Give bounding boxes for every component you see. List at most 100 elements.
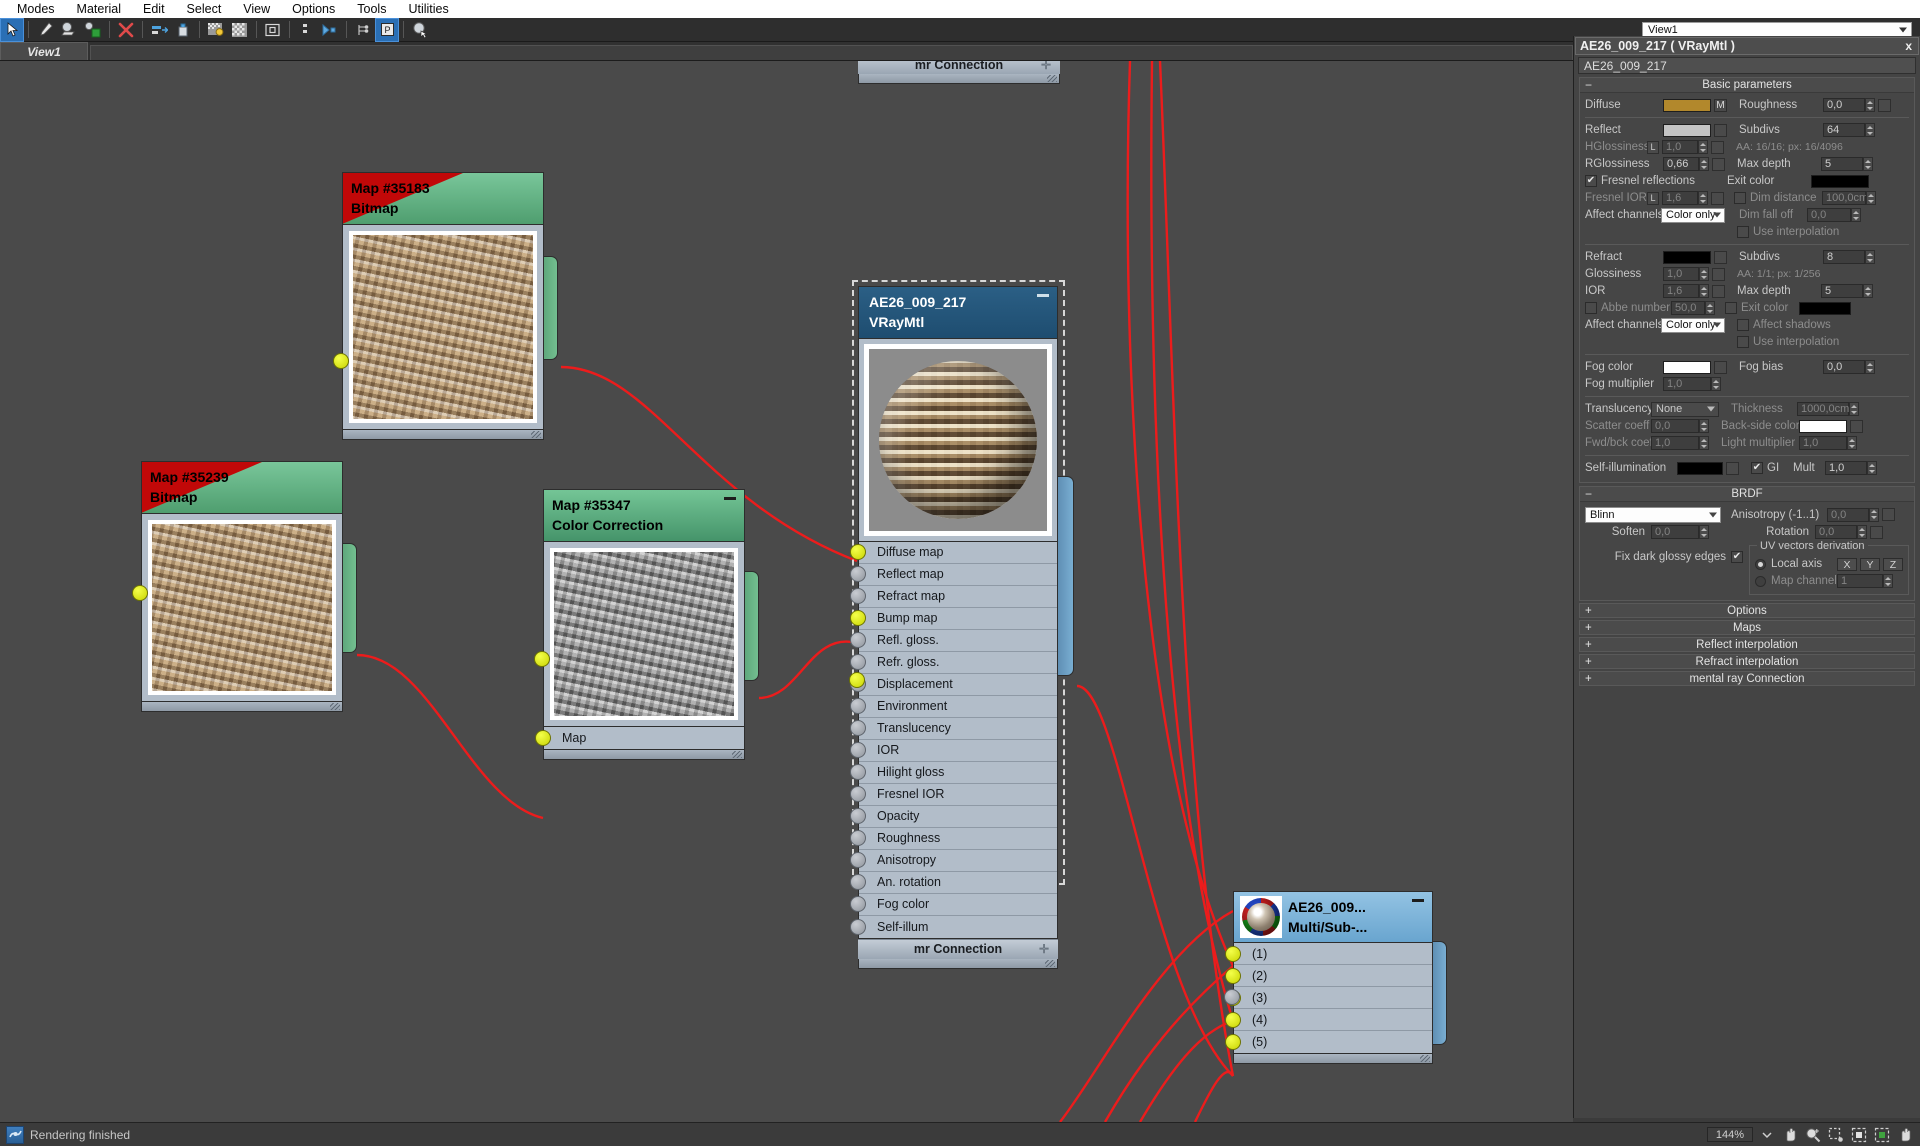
axis-z-button[interactable]: Z [1883,557,1903,571]
slot-map[interactable]: Map [535,727,744,749]
menu-item-modes[interactable]: Modes [6,0,66,18]
resize-grip[interactable] [531,430,541,438]
multisub-header[interactable]: AE26_009... Multi/Sub-... [1233,891,1433,943]
anisotropy-value[interactable]: 0,0 [1827,507,1869,522]
vraymtl-mr-connection[interactable]: mr Connection ✛ [858,938,1058,959]
socket-reflect-map[interactable] [850,566,866,583]
slot-self-illum[interactable]: Self-illum [850,916,1057,938]
socket-refl-gloss[interactable] [850,632,866,649]
rglossiness-value[interactable]: 0,66 [1663,157,1699,171]
self-illum-mult-value[interactable]: 1,0 [1825,461,1867,475]
abbe-number-spinner[interactable] [1705,301,1715,315]
slot-opacity[interactable]: Opacity [850,806,1057,828]
socket-translucency[interactable] [850,720,866,737]
menu-item-select[interactable]: Select [176,0,233,18]
scatter-coeff-spinner[interactable] [1699,419,1709,433]
reflect-maxdepth-spinner[interactable] [1863,157,1873,171]
node-vraymtl-AE26_009_217[interactable]: AE26_009_217 VRayMtl Diffuse map Reflect … [849,286,1074,969]
zoom-icon[interactable] [1803,1125,1822,1144]
abbe-number-value[interactable]: 50,0 [1671,301,1705,315]
rollout-mental-ray-connection[interactable]: + mental ray Connection [1579,671,1915,686]
fresnel-ior-value[interactable]: 1,6 [1662,191,1698,205]
refract-ior-map-button[interactable] [1712,284,1725,298]
use-interpolation-reflect-checkbox[interactable] [1737,226,1749,238]
socket-ior[interactable] [850,742,866,759]
assign-material-icon[interactable] [58,19,80,41]
rollout-options[interactable]: + Options [1579,603,1915,618]
backside-color-swatch[interactable] [1799,419,1847,433]
anisotropy-map-button[interactable] [1882,508,1895,521]
resize-grip[interactable] [732,750,742,758]
affect-shadows-checkbox[interactable] [1737,319,1749,331]
socket-roughness[interactable] [850,830,866,847]
map-channel-value[interactable]: 1 [1837,574,1883,588]
socket-multisub-2[interactable] [1225,967,1241,984]
axis-x-button[interactable]: X [1837,557,1857,571]
socket-multisub-4[interactable] [1225,1011,1241,1028]
thickness-value[interactable]: 1000,0cm [1797,402,1849,416]
rotation-spinner[interactable] [1857,525,1867,539]
vraymtl-output-tab[interactable] [1058,476,1074,676]
node-bitmap-35239[interactable]: Map #35239 Bitmap [132,461,357,712]
fog-bias-value[interactable]: 0,0 [1823,360,1865,374]
fwdbck-coeff-spinner[interactable] [1699,436,1709,450]
scatter-coeff-value[interactable]: 0,0 [1651,419,1699,433]
fresnel-ior-spinner[interactable] [1698,191,1708,205]
menu-item-utilities[interactable]: Utilities [397,0,459,18]
bitmap2-output-tab[interactable] [343,543,357,653]
refract-glossiness-spinner[interactable] [1699,267,1709,281]
colorcorrection-output-tab[interactable] [745,571,759,681]
roughness-value[interactable]: 0,0 [1823,98,1865,112]
socket-fog-color[interactable] [850,896,866,913]
fog-color-swatch[interactable] [1663,360,1711,374]
self-illumination-map-button[interactable] [1726,461,1739,475]
dim-falloff-value[interactable]: 0,0 [1807,208,1851,222]
fwdbck-coeff-value[interactable]: 1,0 [1651,436,1699,450]
resize-grip[interactable] [1047,75,1057,82]
socket-environment[interactable] [850,698,866,715]
rollout-maps[interactable]: + Maps [1579,620,1915,635]
socket-anisotropy[interactable] [850,852,866,869]
select-icon[interactable] [0,17,24,42]
rotation-value[interactable]: 0,0 [1815,525,1857,539]
node-bitmap-35183[interactable]: Map #35183 Bitmap [333,172,558,440]
layout-all-icon[interactable] [295,19,317,41]
fresnel-reflections-checkbox[interactable]: ✔ [1585,175,1597,187]
select-by-material-icon[interactable] [409,19,431,41]
dim-distance-checkbox[interactable] [1734,192,1746,204]
reflect-map-button[interactable] [1714,123,1727,137]
brdf-type-dropdown[interactable]: Blinn [1585,506,1721,523]
collapse-icon[interactable] [1037,294,1049,297]
socket-refract-map[interactable] [850,588,866,605]
slot-refl-gloss[interactable]: Refl. gloss. [850,630,1057,652]
socket-hilight-gloss[interactable] [850,764,866,781]
pan-icon[interactable] [1780,1125,1799,1144]
dim-falloff-spinner[interactable] [1851,208,1861,222]
show-background-icon[interactable] [229,19,251,41]
slot-anisotropy[interactable]: Anisotropy [850,850,1057,872]
slot-environment[interactable]: Environment [850,696,1057,718]
multisub-slot-2[interactable]: (2) [1225,965,1432,987]
select-tree-icon[interactable] [352,19,374,41]
vraymtl-preview[interactable] [864,343,1052,536]
diffuse-color-swatch[interactable] [1663,98,1711,112]
roughness-spinner[interactable] [1865,98,1875,112]
refract-maxdepth-value[interactable]: 5 [1821,284,1863,298]
refract-color-swatch[interactable] [1663,250,1711,264]
refract-ior-value[interactable]: 1,6 [1663,284,1699,298]
put-material-to-scene-icon[interactable] [172,19,194,41]
rollout-reflect-interpolation[interactable]: + Reflect interpolation [1579,637,1915,652]
rotation-map-button[interactable] [1870,525,1883,539]
fresnel-ior-lock-button[interactable]: L [1647,191,1659,205]
slot-hilight-gloss[interactable]: Hilight gloss [850,762,1057,784]
translucency-dropdown[interactable]: None [1651,401,1719,417]
self-illumination-color-swatch[interactable] [1677,461,1723,475]
node-graph-canvas[interactable]: Self-illum mr Connection ✛ Map #35183 Bi… [0,61,1573,1122]
axis-y-button[interactable]: Y [1860,557,1880,571]
resize-grip[interactable] [1045,959,1055,967]
soften-spinner[interactable] [1699,525,1709,539]
socket-multisub-output[interactable] [1224,989,1240,1005]
node-color-correction-35347[interactable]: Map #35347 Color Correction Map [534,489,759,760]
refract-subdivs-spinner[interactable] [1865,250,1875,264]
dim-distance-value[interactable]: 100,0cm [1822,191,1868,205]
